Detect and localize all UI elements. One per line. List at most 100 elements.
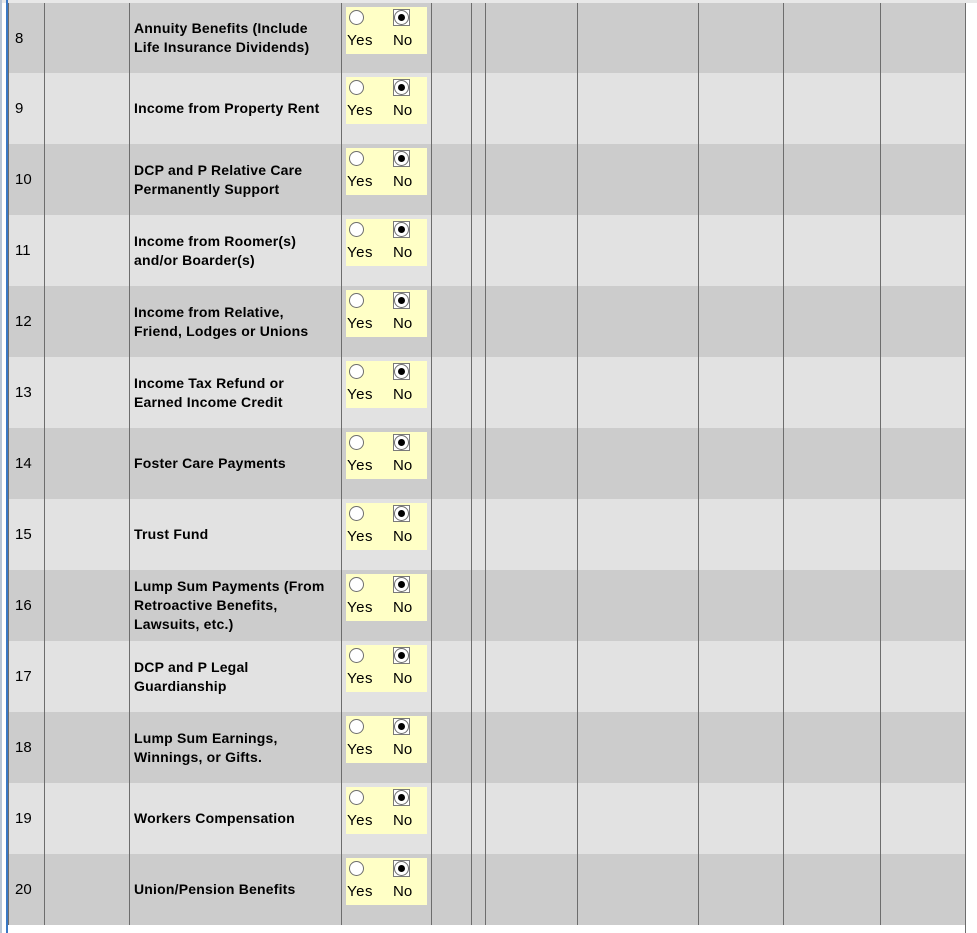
yes-radio-button[interactable] — [348, 718, 365, 735]
yes-radio-button[interactable] — [348, 79, 365, 96]
empty-cell — [471, 570, 486, 641]
empty-cell — [880, 144, 966, 215]
empty-cell — [783, 215, 881, 286]
empty-cell — [431, 641, 472, 712]
empty-cell — [880, 570, 966, 641]
no-radio-button[interactable] — [393, 363, 410, 380]
empty-cell — [485, 428, 578, 499]
empty-cell — [431, 570, 472, 641]
yes-no-cell: Yes No — [341, 712, 432, 783]
yes-label: Yes — [347, 741, 373, 758]
no-radio-button[interactable] — [393, 292, 410, 309]
yes-no-cell: Yes No — [341, 357, 432, 428]
empty-cell — [577, 783, 699, 854]
table-row: 18 Lump Sum Earnings, Winnings, or Gifts… — [8, 712, 966, 783]
no-radio-button[interactable] — [393, 9, 410, 26]
yes-label: Yes — [347, 599, 373, 616]
income-source-label: Trust Fund — [129, 499, 342, 570]
no-radio-button[interactable] — [393, 150, 410, 167]
empty-cell — [471, 641, 486, 712]
right-edge — [965, 3, 977, 933]
empty-cell — [880, 3, 966, 73]
row-number: 10 — [8, 144, 45, 215]
empty-cell — [44, 215, 130, 286]
yes-radio-button[interactable] — [348, 576, 365, 593]
yes-no-radio-group: Yes No — [346, 148, 427, 195]
empty-cell — [485, 570, 578, 641]
empty-cell — [485, 3, 578, 73]
empty-cell — [431, 428, 472, 499]
yes-radio-button[interactable] — [348, 434, 365, 451]
radio-selected-dot — [398, 510, 405, 517]
empty-cell — [485, 286, 578, 357]
yes-radio-button[interactable] — [348, 860, 365, 877]
yes-label: Yes — [347, 244, 373, 261]
row-number: 13 — [8, 357, 45, 428]
no-radio-button[interactable] — [393, 576, 410, 593]
empty-cell — [577, 215, 699, 286]
empty-cell — [698, 641, 784, 712]
empty-cell — [783, 357, 881, 428]
no-label: No — [393, 528, 413, 545]
no-radio-button[interactable] — [393, 434, 410, 451]
no-radio-button[interactable] — [393, 860, 410, 877]
yes-radio-button[interactable] — [348, 221, 365, 238]
no-radio-button[interactable] — [393, 789, 410, 806]
empty-cell — [485, 357, 578, 428]
empty-cell — [783, 570, 881, 641]
empty-cell — [880, 499, 966, 570]
income-source-label: Income from Relative, Friend, Lodges or … — [129, 286, 342, 357]
yes-no-radio-group: Yes No — [346, 716, 427, 763]
empty-cell — [44, 357, 130, 428]
empty-cell — [698, 286, 784, 357]
empty-cell — [577, 3, 699, 73]
empty-cell — [783, 144, 881, 215]
yes-radio-button[interactable] — [348, 505, 365, 522]
empty-cell — [471, 215, 486, 286]
empty-cell — [471, 3, 486, 73]
empty-cell — [471, 712, 486, 783]
empty-cell — [783, 712, 881, 783]
no-label: No — [393, 386, 413, 403]
row-number: 20 — [8, 854, 45, 925]
row-number: 19 — [8, 783, 45, 854]
empty-cell — [880, 286, 966, 357]
left-border — [0, 0, 2, 933]
empty-cell — [698, 428, 784, 499]
empty-cell — [880, 712, 966, 783]
empty-cell — [44, 641, 130, 712]
no-radio-button[interactable] — [393, 221, 410, 238]
yes-radio-button[interactable] — [348, 150, 365, 167]
yes-radio-button[interactable] — [348, 9, 365, 26]
table-row: 10 DCP and P Relative Care Permanently S… — [8, 144, 966, 215]
empty-cell — [471, 286, 486, 357]
no-radio-button[interactable] — [393, 79, 410, 96]
empty-cell — [44, 783, 130, 854]
income-source-table: 8 Annuity Benefits (Include Life Insuran… — [8, 3, 966, 925]
yes-radio-button[interactable] — [348, 647, 365, 664]
no-radio-button[interactable] — [393, 718, 410, 735]
empty-cell — [577, 73, 699, 144]
row-number: 15 — [8, 499, 45, 570]
empty-cell — [698, 499, 784, 570]
table-row: 14 Foster Care Payments Yes No — [8, 428, 966, 499]
yes-no-radio-group: Yes No — [346, 219, 427, 266]
yes-radio-button[interactable] — [348, 363, 365, 380]
empty-cell — [577, 570, 699, 641]
yes-no-cell: Yes No — [341, 570, 432, 641]
income-source-label: Annuity Benefits (Include Life Insurance… — [129, 3, 342, 73]
empty-cell — [471, 499, 486, 570]
yes-no-cell: Yes No — [341, 783, 432, 854]
table-row: 9 Income from Property Rent Yes No — [8, 73, 966, 144]
empty-cell — [880, 783, 966, 854]
empty-cell — [44, 499, 130, 570]
no-radio-button[interactable] — [393, 647, 410, 664]
yes-radio-button[interactable] — [348, 292, 365, 309]
no-radio-button[interactable] — [393, 505, 410, 522]
yes-no-cell: Yes No — [341, 499, 432, 570]
empty-cell — [577, 357, 699, 428]
yes-radio-button[interactable] — [348, 789, 365, 806]
income-source-label: DCP and P Relative Care Permanently Supp… — [129, 144, 342, 215]
empty-cell — [431, 783, 472, 854]
yes-no-radio-group: Yes No — [346, 503, 427, 550]
